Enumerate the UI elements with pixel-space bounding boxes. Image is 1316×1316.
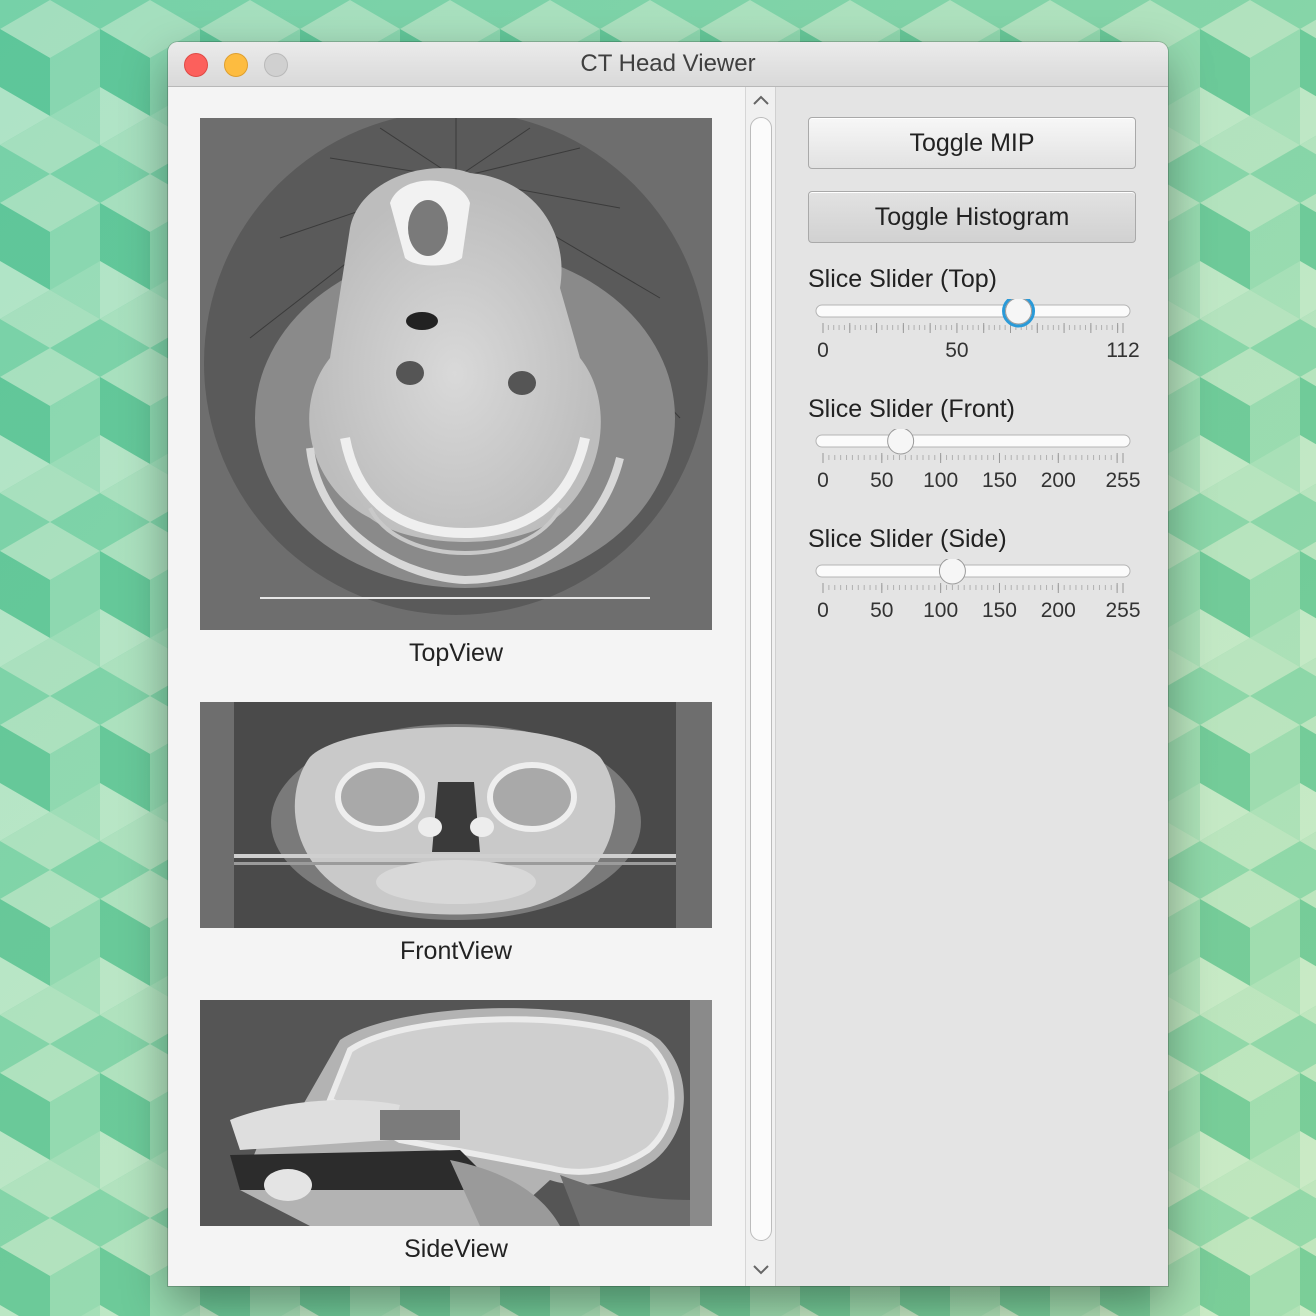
slider-thumb[interactable] bbox=[887, 429, 915, 455]
scroll-down-arrow-icon[interactable] bbox=[751, 1263, 771, 1277]
views-scroll-pane[interactable]: TopView FrontView SideView bbox=[169, 87, 745, 1286]
tick-label: 100 bbox=[923, 469, 959, 492]
slider-front-group: Slice Slider (Front) 0 50 100 150 200 255 bbox=[808, 395, 1158, 505]
side-view-label: SideView bbox=[404, 1235, 508, 1263]
front-view-image bbox=[200, 702, 712, 928]
slider-thumb[interactable] bbox=[938, 559, 966, 585]
toggle-histogram-button[interactable]: Toggle Histogram bbox=[808, 191, 1136, 243]
slider-side-label: Slice Slider (Side) bbox=[808, 525, 1007, 553]
slider-front[interactable] bbox=[808, 429, 1158, 469]
tick-label: 0 bbox=[817, 599, 829, 622]
tick-label: 0 bbox=[817, 469, 829, 492]
views-scrollbar[interactable] bbox=[745, 87, 776, 1286]
slider-top[interactable] bbox=[808, 299, 1158, 339]
slider-front-tick-labels: 0 50 100 150 200 255 bbox=[808, 469, 1158, 499]
tick-label: 50 bbox=[945, 339, 969, 362]
top-view-label: TopView bbox=[408, 639, 504, 667]
slider-track[interactable] bbox=[815, 304, 1131, 318]
tick-label: 100 bbox=[923, 599, 959, 622]
tick-label: 112 bbox=[1106, 339, 1140, 362]
app-window: CT Head Viewer TopView FrontView SideVie… bbox=[168, 42, 1168, 1286]
tick-label: 150 bbox=[981, 599, 1017, 622]
slider-top-tick-labels: 0 50 112 bbox=[808, 339, 1158, 369]
scroll-thumb[interactable] bbox=[750, 117, 772, 1241]
slider-track[interactable] bbox=[815, 564, 1131, 578]
toggle-mip-button[interactable]: Toggle MIP bbox=[808, 117, 1136, 169]
window-title: CT Head Viewer bbox=[580, 50, 756, 77]
slider-side-tick-labels: 0 50 100 150 200 255 bbox=[808, 599, 1158, 629]
slider-top-label: Slice Slider (Top) bbox=[808, 265, 997, 293]
front-view-label: FrontView bbox=[399, 937, 513, 965]
slider-track[interactable] bbox=[815, 434, 1131, 448]
title-bar[interactable]: CT Head Viewer bbox=[168, 42, 1168, 87]
slider-top-group: Slice Slider (Top) 0 50 112 bbox=[808, 265, 1158, 375]
tick-label: 200 bbox=[1040, 599, 1076, 622]
controls-panel: Toggle MIP Toggle Histogram Slice Slider… bbox=[776, 87, 1168, 1286]
tick-label: 200 bbox=[1040, 469, 1076, 492]
tick-label: 50 bbox=[870, 469, 894, 492]
tick-label: 255 bbox=[1105, 599, 1141, 622]
slider-side[interactable] bbox=[808, 559, 1158, 599]
tick-label: 150 bbox=[981, 469, 1017, 492]
slider-front-label: Slice Slider (Front) bbox=[808, 395, 1015, 423]
tick-label: 255 bbox=[1105, 469, 1141, 492]
top-view-image bbox=[200, 118, 712, 630]
side-view-image bbox=[200, 1000, 712, 1226]
slider-thumb[interactable] bbox=[1005, 299, 1033, 325]
scroll-up-arrow-icon[interactable] bbox=[751, 93, 771, 107]
tick-label: 0 bbox=[817, 339, 829, 362]
tick-label: 50 bbox=[870, 599, 894, 622]
slider-side-group: Slice Slider (Side) 0 50 100 150 200 255 bbox=[808, 525, 1158, 635]
